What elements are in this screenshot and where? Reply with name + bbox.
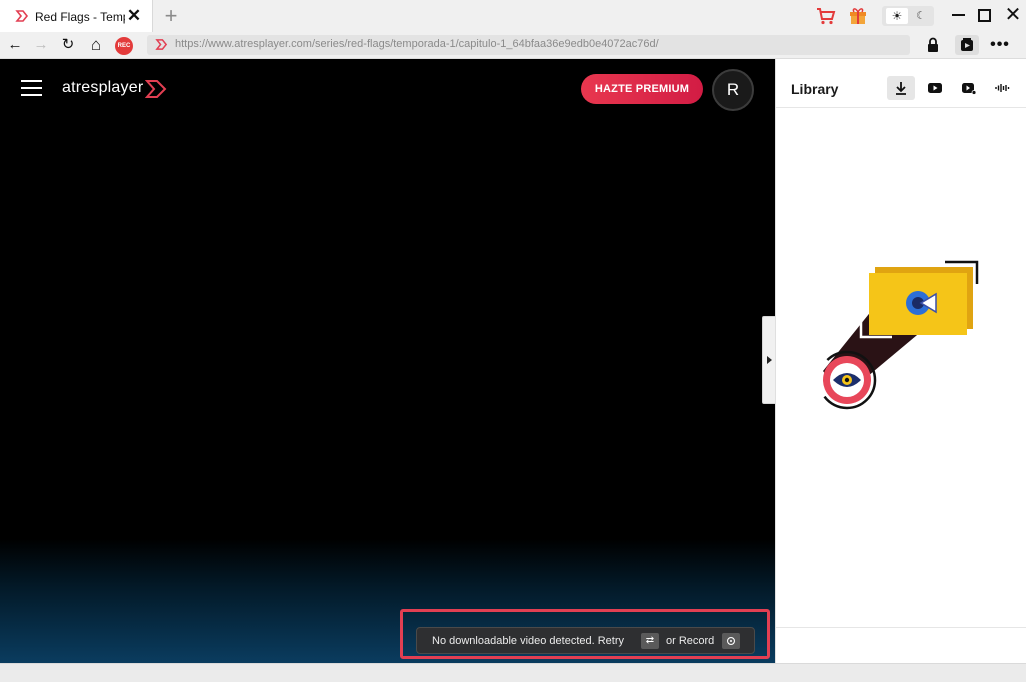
panel-collapse-handle[interactable] [762, 316, 775, 404]
toast-message: No downloadable video detected. Retry [432, 635, 625, 647]
moon-icon[interactable]: ☾ [912, 8, 930, 24]
download-icon[interactable] [887, 76, 915, 100]
youtube-icon[interactable] [921, 76, 949, 100]
logo-text: atresplayer [62, 79, 144, 96]
toast-or-record: or Record [666, 635, 715, 647]
library-footer-divider [776, 627, 1026, 628]
premium-button[interactable]: HAZTE PREMIUM [581, 74, 703, 104]
reload-button[interactable]: ↻ [59, 36, 77, 54]
url-text[interactable]: https://www.atresplayer.com/series/red-f… [175, 38, 659, 50]
library-panel: Library [775, 59, 1026, 663]
library-title: Library [791, 81, 839, 97]
address-bar-row: ← → ↻ ⌂ REC https://www.atresplayer.com/… [0, 32, 1026, 59]
minimize-button[interactable] [952, 14, 965, 16]
video-icon[interactable] [954, 76, 982, 100]
extension-icon[interactable] [955, 35, 979, 55]
gift-icon[interactable] [849, 6, 867, 25]
record-icon[interactable] [722, 633, 740, 649]
avatar[interactable]: R [712, 69, 754, 111]
url-field[interactable]: https://www.atresplayer.com/series/red-f… [147, 35, 910, 55]
maximize-button[interactable] [978, 9, 991, 22]
library-header: Library [776, 59, 1026, 108]
video-player[interactable]: atresplayer HAZTE PREMIUM R No downloada… [0, 59, 775, 663]
sun-icon[interactable]: ☀ [886, 8, 908, 24]
close-window-button[interactable]: ✕ [1003, 5, 1023, 25]
cart-icon[interactable] [816, 7, 836, 25]
more-menu-icon[interactable]: ••• [990, 36, 1010, 54]
site-icon [155, 39, 168, 50]
retry-icon[interactable]: ⇄ [641, 633, 659, 649]
library-empty-illustration [817, 260, 979, 410]
home-button[interactable]: ⌂ [87, 36, 105, 54]
back-button[interactable]: ← [6, 36, 24, 54]
forward-button[interactable]: → [32, 36, 50, 54]
tab-title: Red Flags - Temporada 1 Capítulo 1 [35, 10, 125, 24]
lock-icon[interactable] [926, 37, 940, 53]
new-tab-button[interactable]: + [161, 5, 181, 27]
tab-close-icon[interactable]: ✕ [126, 7, 142, 24]
record-button[interactable]: REC [115, 37, 133, 55]
status-bar [0, 663, 1026, 682]
theme-toggle[interactable]: ☀ ☾ [882, 6, 934, 26]
audio-icon[interactable] [988, 76, 1016, 100]
title-bar: Red Flags - Temporada 1 Capítulo 1 ✕ + ☀… [0, 0, 1026, 32]
menu-icon[interactable] [21, 80, 42, 97]
red-flags-tab-icon [15, 10, 29, 22]
browser-tab[interactable]: Red Flags - Temporada 1 Capítulo 1 ✕ [0, 0, 153, 32]
logo-mark-icon [145, 80, 167, 98]
no-video-toast: No downloadable video detected. Retry ⇄ … [416, 627, 755, 654]
